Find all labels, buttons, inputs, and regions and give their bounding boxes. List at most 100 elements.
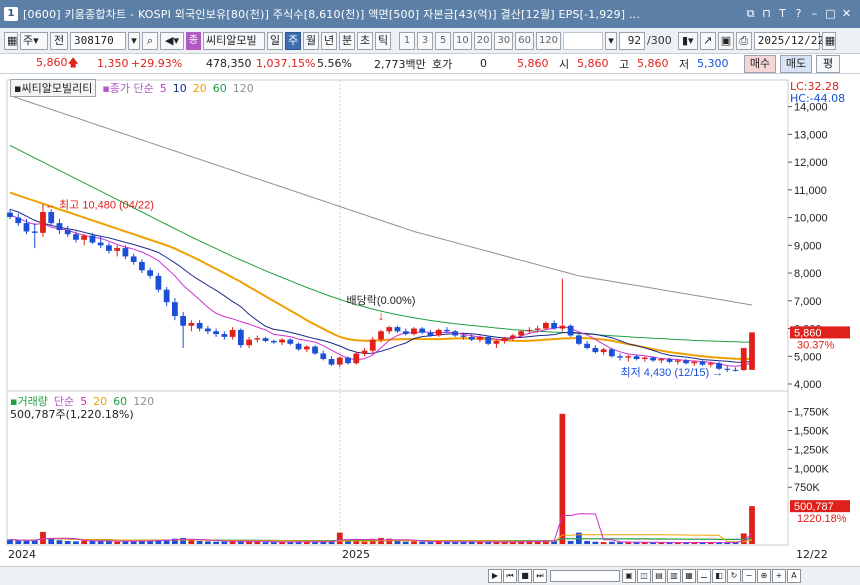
candle-body: [31, 231, 38, 233]
candle-body: [172, 302, 178, 317]
interval-60[interactable]: 60: [515, 31, 534, 50]
type-select[interactable]: 주▾: [20, 31, 48, 50]
calendar-icon[interactable]: ▦: [821, 31, 836, 50]
tab-week[interactable]: 주: [285, 31, 301, 50]
volume-bar: [402, 541, 409, 544]
candle-body: [691, 361, 698, 364]
candle-body: [650, 357, 656, 361]
volume-bar: [246, 541, 252, 544]
candle-body: [15, 217, 22, 224]
compare-icon[interactable]: ◧: [712, 569, 726, 583]
scroll-track[interactable]: [550, 570, 620, 582]
volume-value: 478,350: [206, 57, 252, 70]
link-icon[interactable]: ⧉: [743, 6, 758, 22]
count-input[interactable]: 92: [619, 31, 646, 50]
bar-icon[interactable]: ▥: [667, 569, 681, 583]
print-icon[interactable]: ⎙: [735, 31, 752, 50]
save-icon[interactable]: ▣: [717, 31, 734, 50]
date-input[interactable]: 2025/12/22: [753, 31, 824, 50]
legend-ma5: 5: [159, 81, 167, 95]
price-legend: ▪씨티알모빌리티 ▪종가 단순 5 10 20 60 120: [10, 79, 254, 97]
interval-30[interactable]: 30: [494, 31, 514, 50]
chart-area[interactable]: 14,000 13,000 12,000 11,000 10,000 9,000 8,000…: [0, 76, 860, 568]
candle-body: [155, 275, 162, 290]
zoom-fit-icon[interactable]: ▣: [622, 569, 636, 583]
app-icon: 1: [4, 7, 18, 21]
candle-body: [575, 335, 582, 344]
help-icon[interactable]: ?: [791, 6, 806, 22]
x-label-2025: 2025: [342, 548, 370, 561]
interval-dropdown-icon[interactable]: ▾: [605, 31, 618, 50]
split-icon[interactable]: ◫: [637, 569, 651, 583]
interval-10[interactable]: 10: [453, 31, 472, 50]
tab-second[interactable]: 초: [357, 31, 373, 50]
candle-body: [163, 289, 170, 303]
custom-interval-input[interactable]: [563, 31, 604, 50]
candle-body: [97, 242, 104, 246]
interval-1[interactable]: 1: [399, 31, 415, 50]
indicator-icon[interactable]: ▮▾: [677, 31, 698, 50]
refresh-icon[interactable]: ↻: [727, 569, 741, 583]
volume-bar: [608, 541, 615, 544]
candle-body: [402, 331, 409, 335]
tab-tick[interactable]: 틱: [375, 31, 391, 50]
candle-body: [237, 329, 244, 346]
tab-month[interactable]: 월: [303, 31, 319, 50]
scroll-last-icon[interactable]: ⏭: [533, 569, 547, 583]
chart-svg[interactable]: 14,00013,00012,00011,00010,0009,0008,000…: [0, 76, 860, 568]
volume-bar: [559, 413, 566, 544]
line-icon[interactable]: ⚊: [697, 569, 711, 583]
scroll-right-icon[interactable]: ▶: [488, 569, 502, 583]
volume-bar: [64, 540, 71, 544]
candle-body: [336, 357, 343, 365]
chart-icon[interactable]: ▤: [652, 569, 666, 583]
avg-button[interactable]: 평: [816, 55, 840, 73]
grid-icon[interactable]: ▦: [4, 31, 18, 50]
volume-bar: [394, 540, 401, 544]
draw-icon[interactable]: ↗: [699, 31, 716, 50]
interval-3[interactable]: 3: [417, 31, 433, 50]
maximize-icon[interactable]: □: [823, 6, 838, 22]
candle-body: [394, 327, 401, 332]
candle-body: [617, 356, 623, 358]
candle-icon[interactable]: ▦: [682, 569, 696, 583]
buy-button[interactable]: 매수: [744, 55, 776, 73]
interval-20[interactable]: 20: [473, 31, 493, 50]
title-bar: 1 [0600] 키움종합차트 - KOSPI 외국인보유[80(천)] 주식수…: [0, 0, 860, 28]
price-tick-label: 4,000: [794, 379, 822, 391]
scroll-first-icon[interactable]: ⏮: [503, 569, 517, 583]
tab-year[interactable]: 년: [321, 31, 337, 50]
zoom-in-icon[interactable]: +: [772, 569, 786, 583]
text-icon[interactable]: T: [775, 6, 790, 22]
stock-code-input[interactable]: 308170: [70, 31, 126, 50]
stock-name-label[interactable]: ▪씨티알모빌리티: [10, 79, 97, 97]
tab-day[interactable]: 일: [267, 31, 283, 50]
interval-5[interactable]: 5: [435, 31, 451, 50]
fullscreen-icon[interactable]: ⊕: [757, 569, 771, 583]
sound-icon[interactable]: ◀▾: [160, 31, 184, 50]
prev-button[interactable]: 전: [50, 31, 68, 50]
current-price: 5,860🡅: [36, 54, 79, 73]
close-icon[interactable]: ✕: [839, 6, 854, 22]
minimize-icon[interactable]: –: [807, 6, 822, 22]
candle-body: [468, 336, 475, 340]
text-size-icon[interactable]: A: [787, 569, 801, 583]
pin-icon[interactable]: ⊓: [759, 6, 774, 22]
stop-icon[interactable]: ■: [518, 569, 532, 583]
interval-120[interactable]: 120: [535, 31, 562, 50]
volume-bar: [254, 541, 261, 544]
type-select-label: 주: [23, 33, 34, 47]
x-label-2024: 2024: [8, 548, 36, 561]
candle-body: [485, 336, 492, 344]
zoom-out-icon[interactable]: −: [742, 569, 756, 583]
code-dropdown-icon[interactable]: ▾: [128, 31, 140, 50]
tab-minute[interactable]: 분: [339, 31, 355, 50]
sell-button[interactable]: 매도: [780, 55, 812, 73]
candle-body: [130, 256, 137, 262]
volume-bar: [196, 540, 203, 544]
candle-body: [378, 331, 384, 340]
candle-body: [724, 368, 731, 370]
trade-amount: 2,773백만: [374, 57, 426, 71]
scroll-controls: ▶ ⏮ ■ ⏭ ▣ ◫ ▤ ▥ ▦ ⚊ ◧ ↻ − ⊕ + A: [488, 569, 802, 583]
search-icon[interactable]: ⌕: [142, 31, 158, 50]
